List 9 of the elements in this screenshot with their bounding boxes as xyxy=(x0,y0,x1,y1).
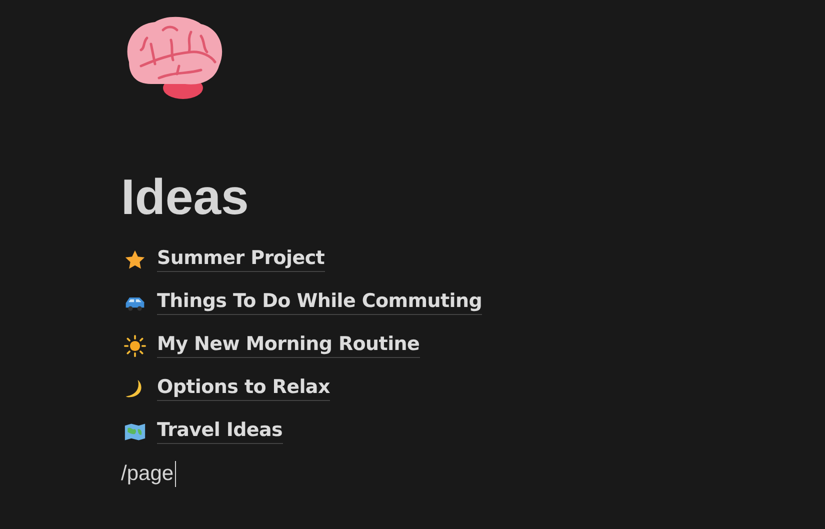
sun-icon xyxy=(124,334,146,356)
star-icon xyxy=(124,248,146,270)
page-title: Ideas xyxy=(121,172,249,222)
page-link[interactable]: My New Morning Routine xyxy=(157,333,420,358)
page-link[interactable]: Travel Ideas xyxy=(157,419,283,444)
page-link[interactable]: Things To Do While Commuting xyxy=(157,290,482,315)
page-link[interactable]: Options to Relax xyxy=(157,376,330,401)
page-link[interactable]: Summer Project xyxy=(157,247,325,272)
text-input-line[interactable]: /page xyxy=(121,461,176,487)
